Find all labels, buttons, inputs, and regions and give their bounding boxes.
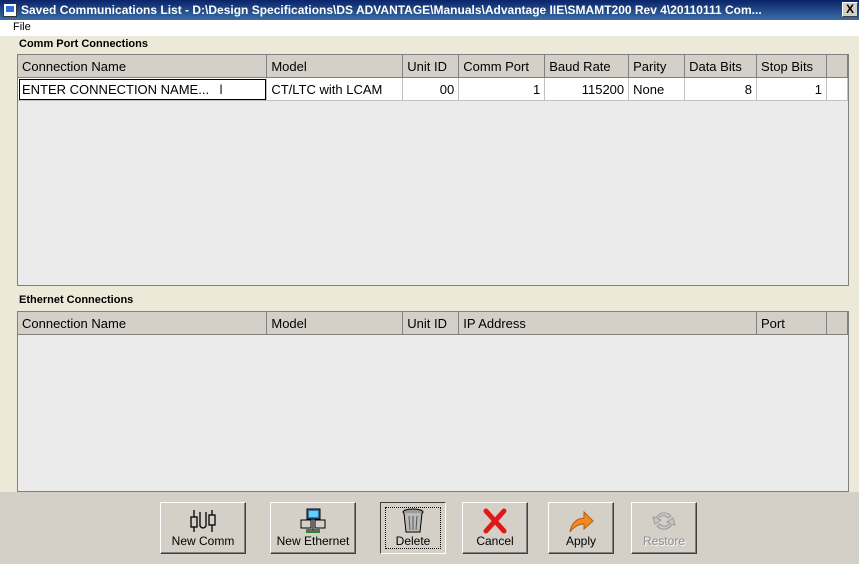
ethernet-section-title: Ethernet Connections	[19, 294, 134, 306]
row-spacer	[826, 77, 849, 101]
menu-file[interactable]: File	[13, 21, 31, 33]
new-comm-button[interactable]: New Comm	[160, 502, 246, 554]
cell-connection-name[interactable]: ENTER CONNECTION NAME... I	[18, 77, 268, 101]
cell-baud-rate[interactable]: 115200	[544, 77, 630, 101]
text-cursor-icon: I	[219, 81, 223, 97]
column-header-unit-id[interactable]: Unit ID	[402, 312, 460, 335]
header-spacer	[826, 312, 849, 335]
cell-stop-bits[interactable]: 1	[756, 77, 827, 101]
new-comm-label: New Comm	[171, 534, 235, 548]
column-header-connection-name[interactable]: Connection Name	[18, 312, 268, 335]
column-header-parity[interactable]: Parity	[628, 55, 686, 78]
cell-comm-port[interactable]: 1	[458, 77, 546, 101]
restore-label: Restore	[642, 534, 686, 548]
table-row[interactable]: ENTER CONNECTION NAME... I CT/LTC with LC…	[18, 77, 849, 101]
column-header-port[interactable]: Port	[756, 312, 827, 335]
delete-label: Delete	[395, 534, 431, 548]
menu-bar: File	[0, 20, 859, 36]
window-titlebar: Saved Communications List - D:\Design Sp…	[0, 0, 859, 20]
column-header-stop-bits[interactable]: Stop Bits	[756, 55, 827, 78]
serial-connector-icon	[190, 510, 216, 532]
apply-label: Apply	[565, 534, 597, 548]
column-header-model[interactable]: Model	[266, 312, 404, 335]
column-header-connection-name[interactable]: Connection Name	[18, 55, 268, 78]
column-header-comm-port[interactable]: Comm Port	[458, 55, 546, 78]
column-header-baud-rate[interactable]: Baud Rate	[544, 55, 630, 78]
cell-parity[interactable]: None	[628, 77, 686, 101]
cancel-x-icon	[483, 508, 507, 534]
cancel-label: Cancel	[476, 534, 514, 548]
apply-button[interactable]: Apply	[548, 502, 614, 554]
cell-unit-id[interactable]: 00	[402, 77, 460, 101]
comm-port-grid: Connection Name Model Unit ID Comm Port …	[17, 54, 849, 286]
comm-section-title: Comm Port Connections	[19, 38, 148, 50]
new-ethernet-button[interactable]: New Ethernet	[270, 502, 356, 554]
network-computer-icon	[300, 508, 326, 533]
cancel-button[interactable]: Cancel	[462, 502, 528, 554]
ethernet-grid: Connection Name Model Unit ID IP Address…	[17, 311, 849, 492]
column-header-model[interactable]: Model	[266, 55, 404, 78]
ethernet-header-row: Connection Name Model Unit ID IP Address…	[18, 312, 849, 335]
header-spacer	[826, 55, 849, 78]
restore-button[interactable]: Restore	[631, 502, 697, 554]
connection-name-value: ENTER CONNECTION NAME...	[22, 82, 210, 97]
cell-model[interactable]: CT/LTC with LCAM	[266, 77, 404, 101]
trash-can-icon	[402, 508, 424, 533]
apply-arrow-icon	[569, 510, 594, 533]
column-header-ip-address[interactable]: IP Address	[458, 312, 758, 335]
button-bar: New Comm New Ethernet Delete Cancel Appl…	[0, 492, 859, 564]
column-header-data-bits[interactable]: Data Bits	[684, 55, 758, 78]
app-icon	[3, 3, 17, 17]
window-title: Saved Communications List - D:\Design Sp…	[21, 3, 762, 17]
comm-header-row: Connection Name Model Unit ID Comm Port …	[18, 55, 849, 78]
column-header-unit-id[interactable]: Unit ID	[402, 55, 460, 78]
cell-data-bits[interactable]: 8	[684, 77, 758, 101]
restore-refresh-icon	[652, 512, 676, 530]
delete-button[interactable]: Delete	[380, 502, 446, 554]
new-ethernet-label: New Ethernet	[276, 534, 350, 548]
close-button[interactable]: X	[842, 2, 858, 17]
